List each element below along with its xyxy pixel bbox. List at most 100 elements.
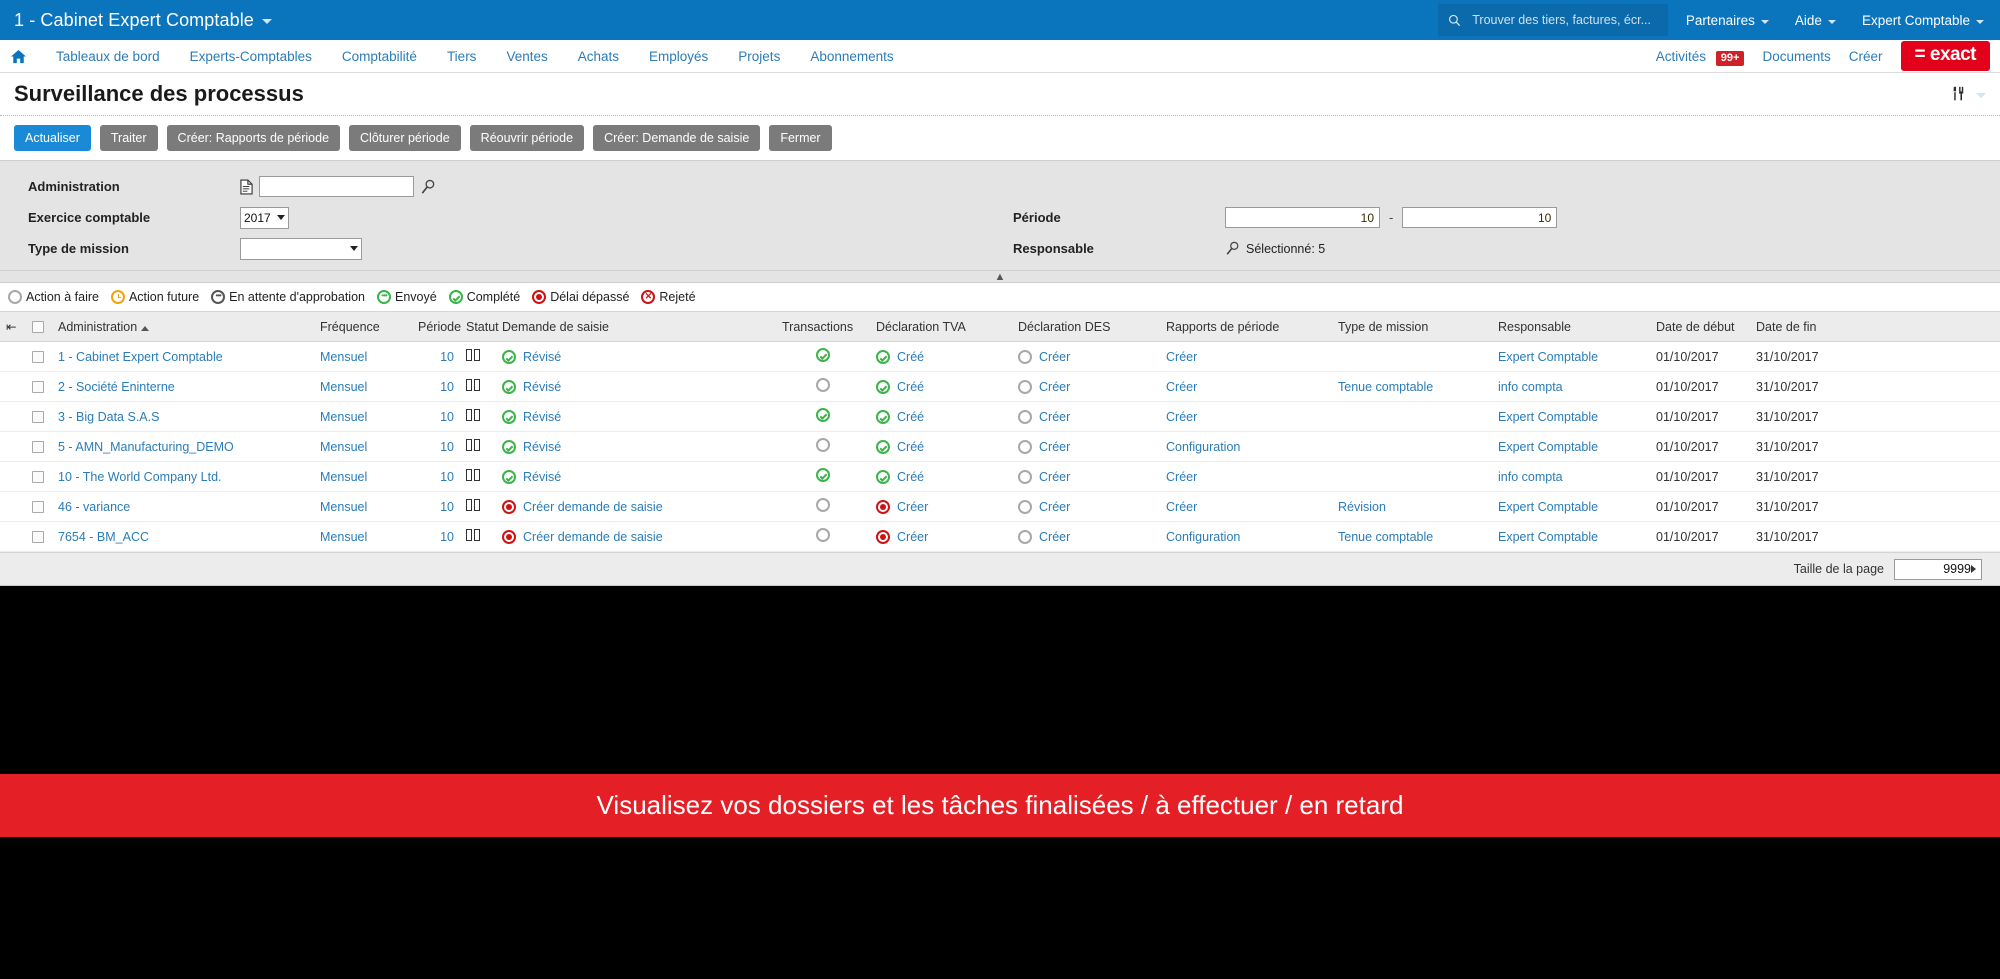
cell-frequence[interactable]: Mensuel bbox=[314, 401, 412, 432]
cell-statut[interactable] bbox=[460, 491, 496, 522]
row-select-cell[interactable] bbox=[26, 491, 52, 522]
cell-rapports-de-periode[interactable]: Configuration bbox=[1160, 521, 1332, 552]
cell-periode[interactable]: 10 bbox=[412, 461, 460, 492]
cell-declaration-tva[interactable]: Créé bbox=[870, 461, 1012, 492]
home-icon[interactable] bbox=[10, 49, 27, 64]
row-checkbox[interactable] bbox=[32, 411, 44, 424]
type-de-mission-select[interactable] bbox=[240, 237, 362, 260]
cell-rapports-de-periode[interactable]: Créer bbox=[1160, 371, 1332, 402]
cell-transactions[interactable] bbox=[776, 341, 870, 372]
chevron-down-icon[interactable] bbox=[1976, 93, 1986, 98]
cell-rapports-de-periode[interactable]: Configuration bbox=[1160, 431, 1332, 462]
row-select-cell[interactable] bbox=[26, 521, 52, 552]
periode-to-input[interactable] bbox=[1402, 207, 1558, 228]
cell-declaration-tva[interactable]: Créé bbox=[870, 341, 1012, 372]
cell-type-de-mission[interactable]: Tenue comptable bbox=[1332, 371, 1492, 402]
cell-frequence[interactable]: Mensuel bbox=[314, 521, 412, 552]
cloturer-periode-button[interactable]: Clôturer période bbox=[349, 125, 461, 151]
cell-periode[interactable]: 10 bbox=[412, 431, 460, 462]
cell-demande-de-saisie[interactable]: Créer demande de saisie bbox=[496, 491, 776, 522]
column-rapports-de-periode[interactable]: Rapports de période bbox=[1160, 311, 1332, 342]
table-row[interactable]: 1 - Cabinet Expert Comptable Mensuel 10 Rév… bbox=[0, 341, 2000, 372]
nav-item-comptabilite[interactable]: Comptabilité bbox=[327, 49, 432, 64]
column-declaration-des[interactable]: Déclaration DES bbox=[1012, 311, 1160, 342]
cell-statut[interactable] bbox=[460, 431, 496, 462]
cell-rapports-de-periode[interactable]: Créer bbox=[1160, 341, 1332, 372]
cell-administration[interactable]: 5 - AMN_Manufacturing_DEMO bbox=[52, 431, 314, 462]
cell-administration[interactable]: 7654 - BM_ACC bbox=[52, 521, 314, 552]
column-pin[interactable]: ⇤ bbox=[0, 311, 26, 342]
cell-administration[interactable]: 1 - Cabinet Expert Comptable bbox=[52, 341, 314, 372]
nav-item-experts-comptables[interactable]: Experts-Comptables bbox=[175, 49, 327, 64]
row-select-cell[interactable] bbox=[26, 371, 52, 402]
reouvrir-periode-button[interactable]: Réouvrir période bbox=[469, 125, 585, 151]
cell-transactions[interactable] bbox=[776, 431, 870, 462]
row-select-cell[interactable] bbox=[26, 461, 52, 492]
row-select-cell[interactable] bbox=[26, 431, 52, 462]
creer-rapports-periode-button[interactable]: Créer: Rapports de période bbox=[166, 125, 341, 151]
column-administration[interactable]: Administration bbox=[52, 311, 314, 342]
cell-statut[interactable] bbox=[460, 461, 496, 492]
cell-type-de-mission[interactable] bbox=[1332, 431, 1492, 462]
cell-responsable[interactable]: Expert Comptable bbox=[1492, 401, 1650, 432]
traiter-button[interactable]: Traiter bbox=[99, 125, 158, 151]
cell-frequence[interactable]: Mensuel bbox=[314, 371, 412, 402]
documents-link[interactable]: Documents bbox=[1762, 49, 1830, 64]
company-switcher[interactable]: 1 - Cabinet Expert Comptable bbox=[0, 10, 272, 31]
cell-declaration-des[interactable]: Créer bbox=[1012, 431, 1160, 462]
nav-item-tiers[interactable]: Tiers bbox=[432, 49, 492, 64]
cell-administration[interactable]: 2 - Société Eninterne bbox=[52, 371, 314, 402]
cell-administration[interactable]: 3 - Big Data S.A.S bbox=[52, 401, 314, 432]
search-icon[interactable] bbox=[420, 179, 436, 195]
cell-demande-de-saisie[interactable]: Révisé bbox=[496, 341, 776, 372]
cell-periode[interactable]: 10 bbox=[412, 371, 460, 402]
cell-rapports-de-periode[interactable]: Créer bbox=[1160, 401, 1332, 432]
cell-declaration-tva[interactable]: Créé bbox=[870, 401, 1012, 432]
nav-item-ventes[interactable]: Ventes bbox=[491, 49, 562, 64]
cell-type-de-mission[interactable]: Tenue comptable bbox=[1332, 521, 1492, 552]
column-frequence[interactable]: Fréquence bbox=[314, 311, 412, 342]
cell-demande-de-saisie[interactable]: Créer demande de saisie bbox=[496, 521, 776, 552]
column-statut[interactable]: Statut bbox=[460, 311, 499, 342]
column-demande-de-saisie[interactable]: Demande de saisie bbox=[496, 311, 776, 342]
cell-declaration-tva[interactable]: Créer bbox=[870, 491, 1012, 522]
column-date-de-fin[interactable]: Date de fin bbox=[1750, 311, 2000, 342]
cell-periode[interactable]: 10 bbox=[412, 491, 460, 522]
cell-statut[interactable] bbox=[460, 401, 496, 432]
select-all-checkbox[interactable] bbox=[32, 321, 44, 334]
cell-type-de-mission[interactable]: Révision bbox=[1332, 491, 1492, 522]
table-row[interactable]: 3 - Big Data S.A.S Mensuel 10 Révisé Créé Cré… bbox=[0, 401, 2000, 432]
cell-declaration-tva[interactable]: Créer bbox=[870, 521, 1012, 552]
cell-transactions[interactable] bbox=[776, 371, 870, 402]
table-row[interactable]: 7654 - BM_ACC Mensuel 10 Créer demande de s… bbox=[0, 521, 2000, 552]
table-row[interactable]: 46 - variance Mensuel 10 Créer demande de s… bbox=[0, 491, 2000, 522]
cell-administration[interactable]: 10 - The World Company Ltd. bbox=[52, 461, 314, 492]
row-checkbox[interactable] bbox=[32, 531, 44, 544]
actualiser-button[interactable]: Actualiser bbox=[14, 125, 91, 151]
global-search[interactable] bbox=[1437, 4, 1668, 36]
nav-item-employes[interactable]: Employés bbox=[634, 49, 723, 64]
cell-demande-de-saisie[interactable]: Révisé bbox=[496, 371, 776, 402]
cell-responsable[interactable]: info compta bbox=[1492, 461, 1650, 492]
cell-responsable[interactable]: Expert Comptable bbox=[1492, 341, 1650, 372]
table-row[interactable]: 10 - The World Company Ltd. Mensuel 10 Révi… bbox=[0, 461, 2000, 492]
cell-demande-de-saisie[interactable]: Révisé bbox=[496, 461, 776, 492]
nav-item-tableaux-de-bord[interactable]: Tableaux de bord bbox=[41, 49, 175, 64]
cell-frequence[interactable]: Mensuel bbox=[314, 431, 412, 462]
document-icon[interactable] bbox=[240, 178, 253, 195]
column-select-all[interactable] bbox=[26, 311, 52, 342]
cell-responsable[interactable]: info compta bbox=[1492, 371, 1650, 402]
cell-declaration-des[interactable]: Créer bbox=[1012, 491, 1160, 522]
cell-transactions[interactable] bbox=[776, 521, 870, 552]
row-checkbox[interactable] bbox=[32, 351, 44, 364]
column-declaration-tva[interactable]: Déclaration TVA bbox=[870, 311, 1012, 342]
cell-frequence[interactable]: Mensuel bbox=[314, 491, 412, 522]
cell-transactions[interactable] bbox=[776, 491, 870, 522]
periode-from-input[interactable] bbox=[1225, 207, 1380, 228]
cell-type-de-mission[interactable] bbox=[1332, 461, 1492, 492]
cell-declaration-tva[interactable]: Créé bbox=[870, 371, 1012, 402]
cell-demande-de-saisie[interactable]: Révisé bbox=[496, 431, 776, 462]
cell-statut[interactable] bbox=[460, 521, 496, 552]
top-menu-user[interactable]: Expert Comptable bbox=[1862, 13, 1984, 28]
cell-rapports-de-periode[interactable]: Créer bbox=[1160, 461, 1332, 492]
